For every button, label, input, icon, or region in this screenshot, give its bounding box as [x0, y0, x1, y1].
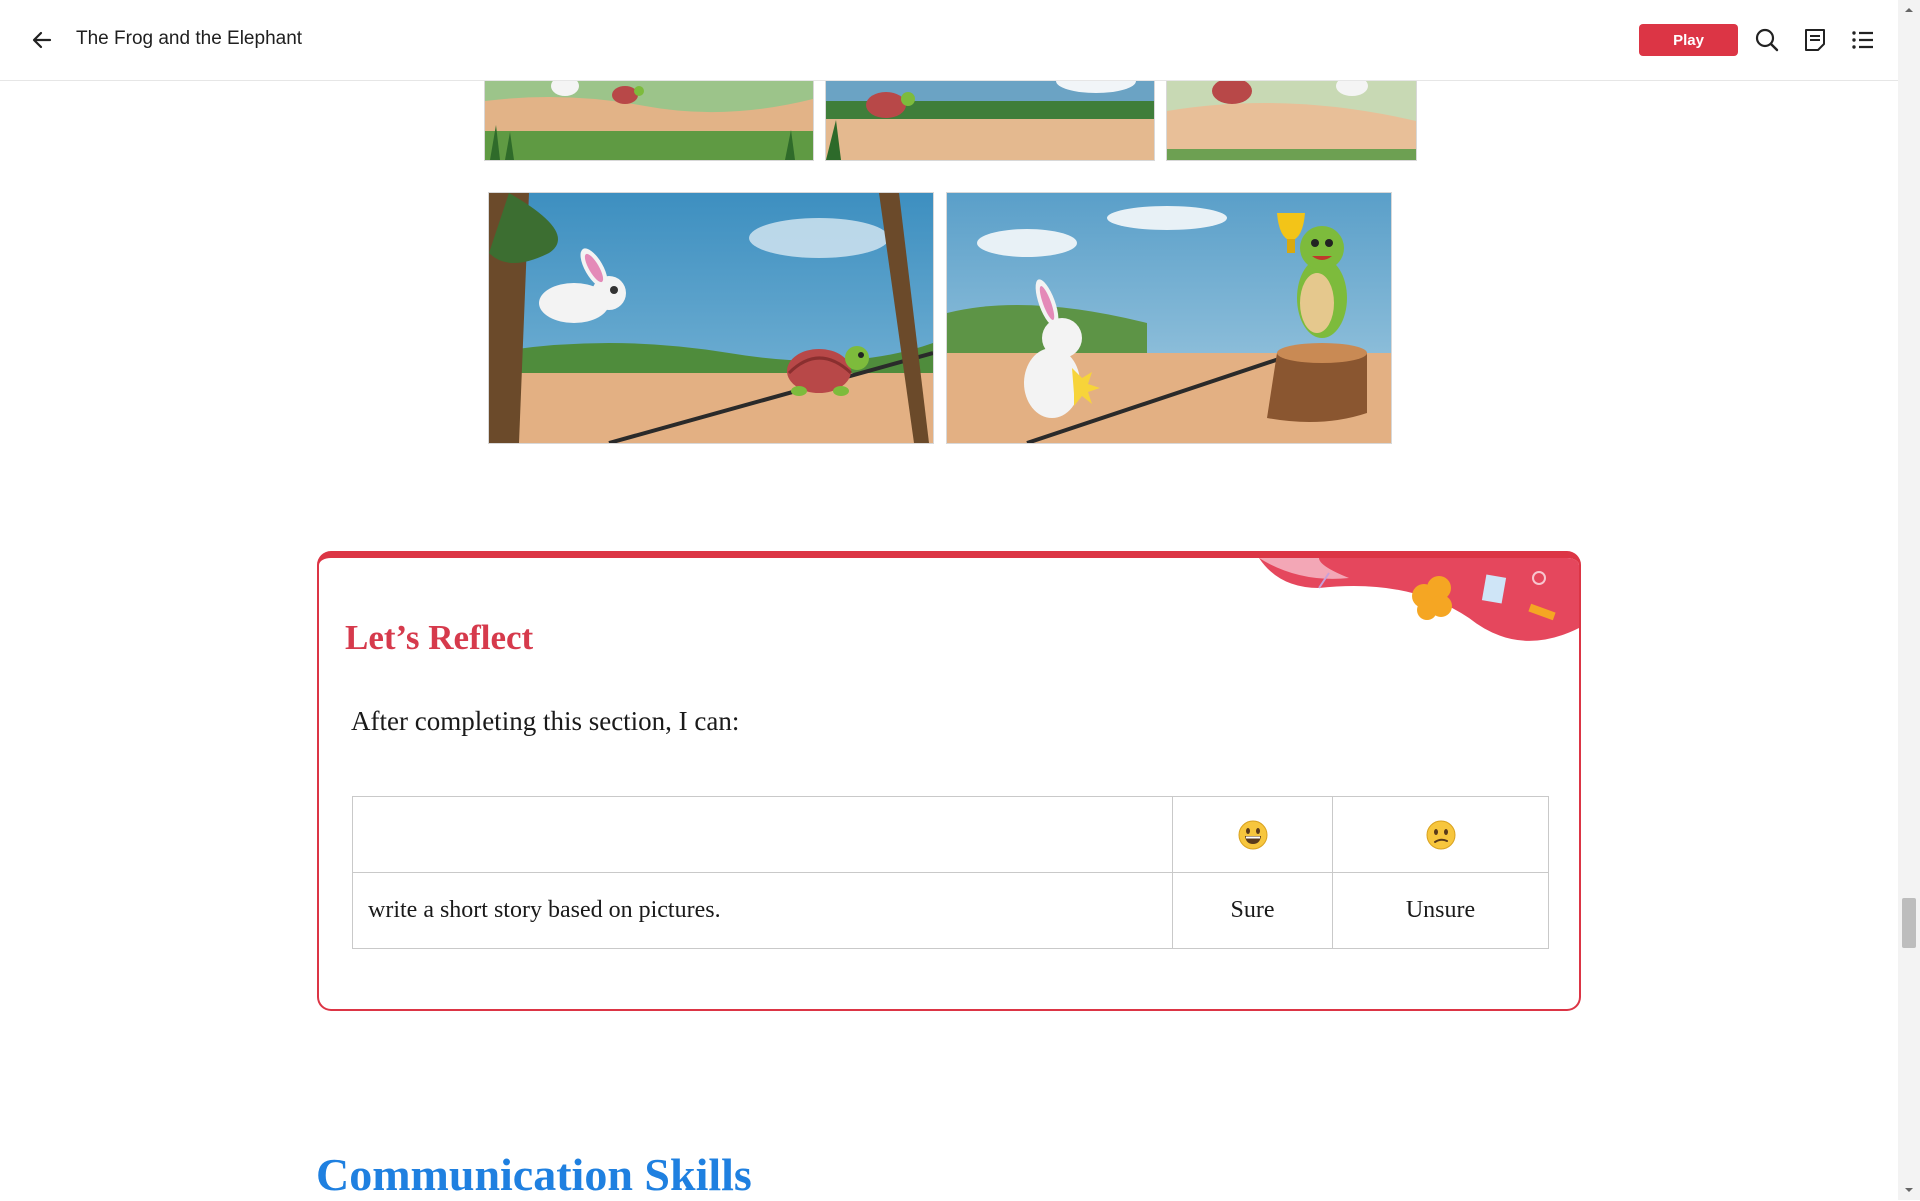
tortoise-winning-trophy	[946, 192, 1392, 444]
reflect-decoration-icon	[1259, 558, 1579, 641]
scrollbar-thumb[interactable]	[1902, 898, 1916, 948]
book-title: The Frog and the Elephant	[76, 28, 303, 49]
top-bar: The Frog and the Elephant Play	[0, 0, 1898, 81]
table-header-row	[352, 796, 1549, 873]
notes-icon[interactable]	[1801, 26, 1829, 54]
lets-reflect-box: Let’s Reflect After completing this sect…	[317, 551, 1581, 1011]
scroll-down-arrow-icon[interactable]	[1903, 1184, 1915, 1196]
reflect-title: Let’s Reflect	[345, 618, 534, 657]
vertical-scrollbar[interactable]	[1898, 0, 1920, 1200]
table-header-empty-cell	[352, 796, 1173, 873]
smiling-face-icon	[1238, 820, 1267, 849]
search-icon[interactable]	[1753, 26, 1781, 54]
reflect-intro: After completing this section, I can:	[351, 706, 740, 736]
table-header-cell	[1172, 796, 1333, 873]
section-heading: Communication Skills	[316, 1149, 752, 1200]
back-arrow-icon[interactable]	[26, 24, 58, 56]
table-header-cell	[1332, 796, 1549, 873]
reflect-table: write a short story based on pictures. S…	[352, 796, 1549, 949]
table-row: write a short story based on pictures. S…	[352, 872, 1549, 949]
sure-option[interactable]: Sure	[1172, 872, 1333, 949]
table-of-contents-icon[interactable]	[1849, 26, 1877, 54]
confused-face-icon	[1426, 820, 1455, 849]
scroll-up-arrow-icon[interactable]	[1903, 4, 1915, 16]
hare-leaping-past-tortoise	[488, 192, 934, 444]
unsure-option[interactable]: Unsure	[1332, 872, 1549, 949]
play-button[interactable]: Play	[1639, 24, 1738, 56]
skill-statement: write a short story based on pictures.	[352, 872, 1173, 949]
